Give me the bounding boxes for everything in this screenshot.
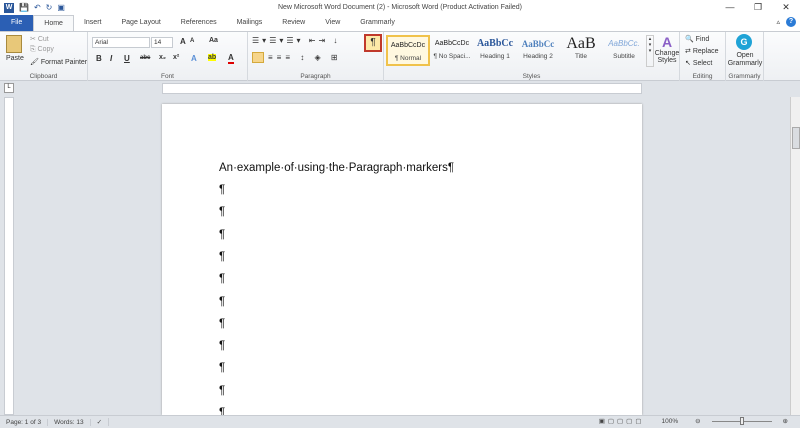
help-icon[interactable]: ? bbox=[786, 17, 796, 27]
styles-label: Styles bbox=[522, 73, 541, 80]
open-grammarly-button[interactable]: Open Grammarly bbox=[726, 52, 764, 68]
ribbon-tabs: File Home Insert Page Layout References … bbox=[0, 15, 800, 31]
ribbon: Paste ✂ Cut ⎘ Copy 🖌 Format Painter Clip… bbox=[0, 31, 800, 81]
tab-grammarly[interactable]: Grammarly bbox=[350, 15, 405, 31]
redo-icon[interactable]: ↻ bbox=[46, 3, 53, 12]
editing-group: 🔍 Find ⇄ Replace ↖ Select Editing bbox=[680, 32, 726, 81]
zoom-in-button[interactable]: ⊕ bbox=[777, 417, 794, 425]
select-button[interactable]: ↖ Select bbox=[685, 59, 712, 67]
italic-button[interactable]: I bbox=[110, 54, 112, 63]
align-buttons[interactable]: ≡≡≡ ↕ ◈ ⊞ bbox=[268, 53, 342, 62]
tab-references[interactable]: References bbox=[171, 15, 227, 31]
proofing-icon[interactable]: ✓ bbox=[91, 418, 110, 426]
styles-scroll[interactable]: ▴ ▾ ▾ bbox=[646, 35, 654, 67]
style-title[interactable]: AaB Title bbox=[559, 35, 603, 66]
find-button[interactable]: 🔍 Find bbox=[685, 35, 709, 43]
tab-home[interactable]: Home bbox=[33, 15, 74, 31]
align-left-button[interactable] bbox=[252, 52, 264, 63]
change-case-button[interactable]: Aa bbox=[209, 37, 218, 44]
superscript-button[interactable]: x² bbox=[173, 54, 179, 61]
clipboard-label: Clipboard bbox=[29, 73, 58, 80]
tab-mailings[interactable]: Mailings bbox=[227, 15, 273, 31]
paragraph-mark[interactable]: ¶ bbox=[219, 318, 225, 330]
strikethrough-button[interactable]: abc bbox=[140, 55, 150, 61]
paste-button[interactable]: Paste bbox=[6, 55, 24, 62]
tab-insert[interactable]: Insert bbox=[74, 15, 112, 31]
paragraph-mark[interactable]: ¶ bbox=[219, 296, 225, 308]
save-icon[interactable]: 💾 bbox=[19, 3, 29, 12]
subscript-button[interactable]: x₂ bbox=[159, 54, 166, 61]
bold-button[interactable]: B bbox=[96, 54, 102, 63]
window-title: New Microsoft Word Document (2) - Micros… bbox=[277, 4, 523, 11]
paragraph-group: ☰▾☰▾☰▾ ⇤⇥ ↓ ≡≡≡ ↕ ◈ ⊞ ¶ Paragraph bbox=[248, 32, 384, 81]
title-bar: W 💾 ↶ ↻ ▣ New Microsoft Word Document (2… bbox=[0, 0, 800, 15]
view-buttons[interactable]: ▣▢▢▢▢ bbox=[593, 417, 651, 425]
zoom-out-button[interactable]: ⊖ bbox=[689, 417, 706, 425]
style-normal[interactable]: AaBbCcDc ¶ Normal bbox=[386, 35, 430, 66]
tab-review[interactable]: Review bbox=[272, 15, 315, 31]
paragraph-mark[interactable]: ¶ bbox=[219, 206, 225, 218]
minimize-button[interactable]: — bbox=[716, 0, 744, 15]
vertical-ruler bbox=[4, 97, 14, 415]
zoom-slider[interactable] bbox=[711, 416, 772, 425]
print-preview-icon[interactable]: ▣ bbox=[57, 3, 65, 12]
grammarly-label: Grammarly bbox=[728, 73, 761, 80]
highlight-icon[interactable]: ab bbox=[208, 54, 217, 61]
list-buttons[interactable]: ☰▾☰▾☰▾ ⇤⇥ ↓ bbox=[252, 36, 340, 45]
font-color-button[interactable]: A bbox=[228, 53, 234, 64]
font-label: Font bbox=[160, 73, 174, 80]
shrink-font-button[interactable]: A bbox=[190, 38, 194, 44]
cut-button[interactable]: ✂ Cut bbox=[30, 35, 49, 43]
tab-view[interactable]: View bbox=[315, 15, 350, 31]
paragraph-mark[interactable]: ¶ bbox=[219, 251, 225, 263]
underline-button[interactable]: U bbox=[124, 54, 130, 63]
font-group: Arial 14 A A Aa B I U abc x₂ x² A ab A F… bbox=[88, 32, 248, 81]
zoom-level[interactable]: 100% bbox=[655, 418, 684, 425]
style-no-spacing[interactable]: AaBbCcDc ¶ No Spaci... bbox=[430, 35, 474, 66]
clipboard-group: Paste ✂ Cut ⎘ Copy 🖌 Format Painter Clip… bbox=[0, 32, 88, 81]
copy-button[interactable]: ⎘ Copy bbox=[30, 46, 54, 54]
text-effects-icon[interactable]: A bbox=[191, 54, 197, 63]
close-button[interactable]: ✕ bbox=[772, 0, 800, 15]
status-bar: Page: 1 of 3 Words: 13 ✓ ▣▢▢▢▢ 100% ⊖ ⊕ bbox=[0, 415, 800, 428]
style-heading-2[interactable]: AaBbCc Heading 2 bbox=[516, 35, 560, 66]
page-count[interactable]: Page: 1 of 3 bbox=[0, 418, 49, 426]
document-heading[interactable]: An·example·of·using·the·Paragraph·marker… bbox=[219, 162, 454, 174]
tab-selector[interactable]: L bbox=[4, 83, 14, 93]
paragraph-mark[interactable]: ¶ bbox=[219, 362, 225, 374]
tab-file[interactable]: File bbox=[0, 15, 34, 31]
change-styles-button[interactable]: A Change Styles bbox=[654, 34, 680, 64]
horizontal-ruler[interactable] bbox=[162, 83, 642, 94]
font-size-select[interactable]: 14 bbox=[151, 37, 173, 48]
format-painter-button[interactable]: 🖌 Format Painter bbox=[30, 58, 87, 66]
paragraph-mark[interactable]: ¶ bbox=[219, 273, 225, 285]
style-subtitle[interactable]: AaBbCc. Subtitle bbox=[602, 35, 646, 66]
replace-button[interactable]: ⇄ Replace bbox=[685, 47, 719, 55]
grow-font-button[interactable]: A bbox=[180, 37, 186, 46]
paste-icon bbox=[6, 35, 22, 53]
paragraph-mark[interactable]: ¶ bbox=[219, 385, 225, 397]
word-count[interactable]: Words: 13 bbox=[48, 418, 91, 426]
styles-group: AaBbCcDc ¶ Normal AaBbCcDc ¶ No Spaci... A… bbox=[384, 32, 680, 81]
undo-icon[interactable]: ↶ bbox=[34, 3, 41, 12]
word-logo-icon: W bbox=[4, 2, 14, 13]
paragraph-mark[interactable]: ¶ bbox=[219, 340, 225, 352]
document-page[interactable]: An·example·of·using·the·Paragraph·marker… bbox=[162, 104, 642, 419]
grammarly-group: G Open Grammarly Grammarly bbox=[726, 32, 764, 81]
vertical-scrollbar[interactable] bbox=[790, 97, 800, 415]
paragraph-label: Paragraph bbox=[300, 73, 331, 80]
restore-button[interactable]: ❐ bbox=[744, 0, 772, 15]
show-paragraph-marks-button[interactable]: ¶ bbox=[364, 34, 382, 52]
paragraph-mark[interactable]: ¶ bbox=[219, 184, 225, 196]
paragraph-mark[interactable]: ¶ bbox=[219, 229, 225, 241]
change-styles-icon: A bbox=[661, 34, 673, 50]
editing-label: Editing bbox=[692, 73, 713, 80]
font-name-select[interactable]: Arial bbox=[92, 37, 150, 48]
scrollbar-thumb[interactable] bbox=[792, 127, 800, 149]
style-heading-1[interactable]: AaBbCc Heading 1 bbox=[473, 35, 517, 66]
grammarly-icon: G bbox=[736, 34, 752, 50]
collapse-ribbon-icon[interactable]: ▵ bbox=[776, 18, 780, 26]
quick-access-toolbar: W 💾 ↶ ↻ ▣ bbox=[0, 2, 65, 13]
tab-page-layout[interactable]: Page Layout bbox=[111, 15, 170, 31]
